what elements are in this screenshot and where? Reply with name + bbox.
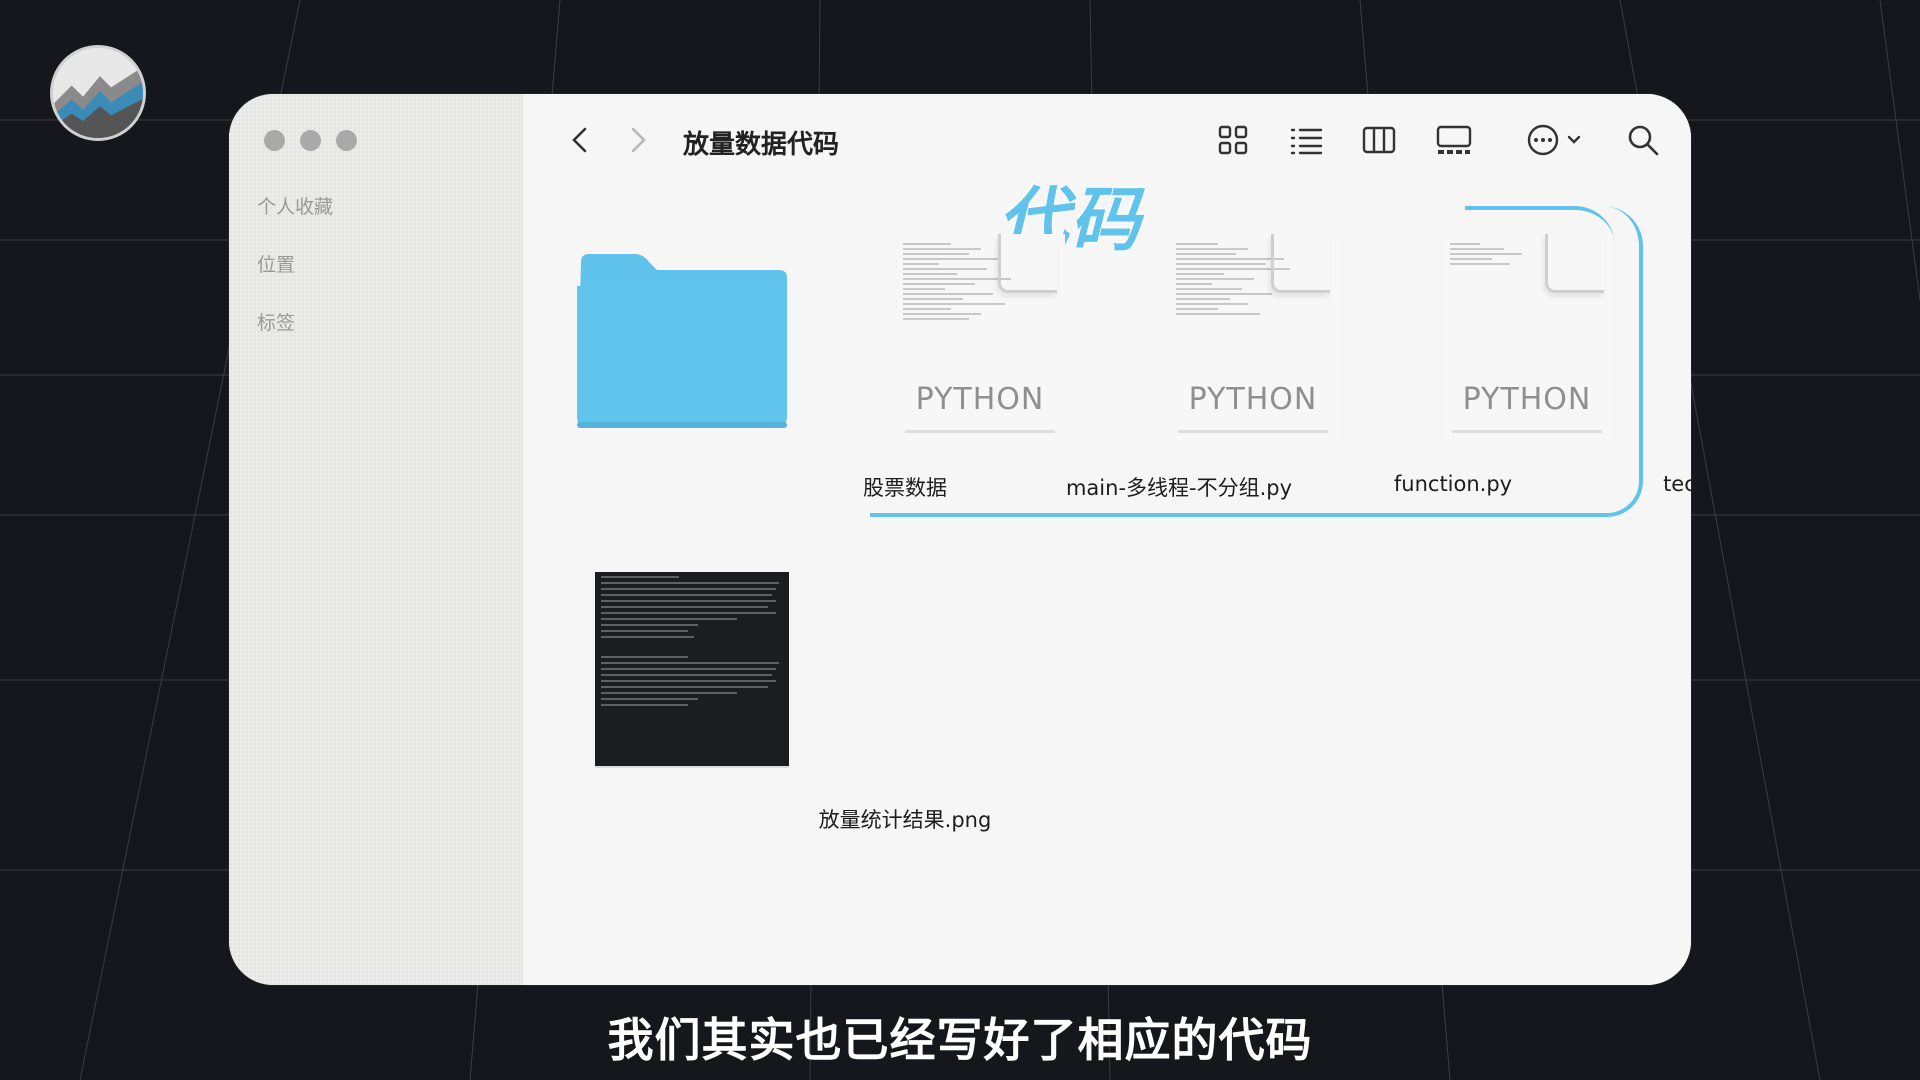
- file-name: main-多线程-不分组.py: [1065, 476, 1293, 500]
- list-view-icon: [1290, 128, 1323, 155]
- file-name: 放量统计结果.png: [818, 808, 992, 832]
- close-button[interactable]: [264, 130, 285, 151]
- back-icon: [572, 127, 587, 153]
- column-view-button[interactable]: [1361, 122, 1397, 158]
- gallery-view-button[interactable]: [1434, 122, 1474, 158]
- sidebar-item-locations[interactable]: 位置: [257, 250, 295, 277]
- python-icon-text: PYTHON: [915, 382, 1045, 417]
- sidebar-item-favorites[interactable]: 个人收藏: [257, 192, 333, 219]
- column-view-icon: [1362, 126, 1396, 154]
- window-controls: [264, 130, 357, 151]
- sidebar-item-tags[interactable]: 标签: [257, 308, 295, 335]
- search-icon: [1628, 125, 1659, 156]
- more-actions-button[interactable]: [1525, 122, 1589, 158]
- list-view-button[interactable]: [1288, 122, 1324, 158]
- grid-view-button[interactable]: [1215, 122, 1251, 158]
- minimize-button[interactable]: [300, 130, 321, 151]
- image-thumbnail: [595, 572, 789, 766]
- python-icon-text: PYTHON: [1462, 382, 1592, 417]
- python-file-icon: PYTHON: [1442, 234, 1612, 444]
- file-name: 股票数据: [863, 476, 947, 500]
- forward-icon: [631, 127, 646, 153]
- finder-window: 个人收藏 位置 标签 放量数据代码 代码 股票数据 PYTHON main-多线…: [229, 94, 1691, 985]
- search-button[interactable]: [1625, 122, 1661, 158]
- back-button[interactable]: [565, 124, 597, 156]
- python-icon-text: PYTHON: [1188, 382, 1318, 417]
- file-name: function.py: [1393, 472, 1513, 496]
- sidebar: 个人收藏 位置 标签: [229, 94, 523, 985]
- python-file-icon: PYTHON: [1168, 234, 1338, 444]
- grid-view-icon: [1218, 125, 1248, 155]
- more-icon: [1527, 124, 1581, 156]
- window-title: 放量数据代码: [683, 130, 840, 160]
- channel-logo: [50, 45, 146, 141]
- video-subtitle: 我们其实也已经写好了相应的代码: [607, 1013, 1313, 1067]
- zoom-button[interactable]: [336, 130, 357, 151]
- forward-button[interactable]: [621, 124, 653, 156]
- file-name: technical.py: [1663, 472, 1691, 496]
- folder-icon: [577, 254, 787, 428]
- gallery-view-icon: [1436, 125, 1472, 154]
- python-file-icon: PYTHON: [895, 234, 1065, 444]
- main-pane: 放量数据代码 代码 股票数据 PYTHON main-多线程-不分组.py PY…: [523, 94, 1691, 985]
